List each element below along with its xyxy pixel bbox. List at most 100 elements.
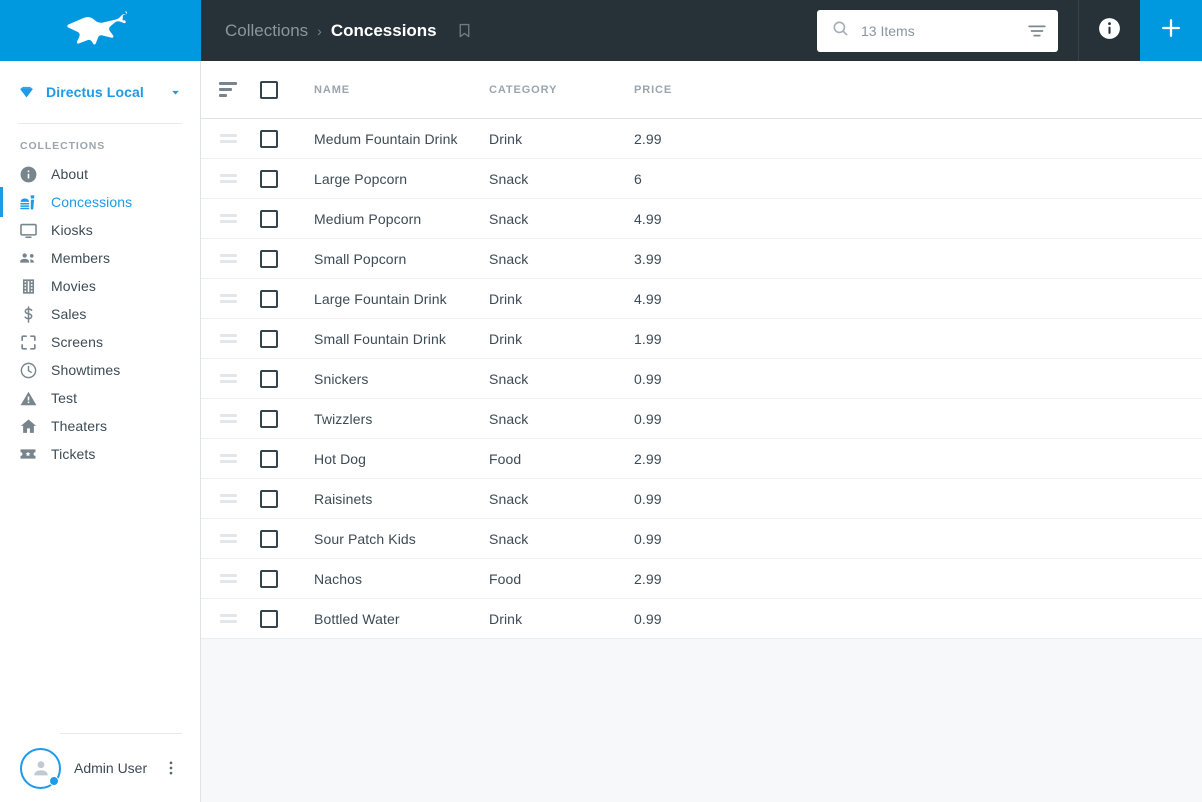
row-drag-handle[interactable]: [201, 254, 249, 263]
add-item-button[interactable]: [1140, 0, 1202, 61]
row-select-cell[interactable]: [249, 409, 289, 428]
row-select-cell[interactable]: [249, 169, 289, 188]
drag-handle-icon: [219, 134, 237, 143]
more-vertical-icon[interactable]: [162, 759, 186, 777]
bookmark-icon[interactable]: [456, 22, 473, 39]
sidebar-item-test[interactable]: Test: [0, 384, 200, 412]
sidebar-item-showtimes[interactable]: Showtimes: [0, 356, 200, 384]
brand-logo[interactable]: [0, 0, 201, 61]
cell-category: Food: [489, 450, 522, 467]
drag-handle-icon: [219, 414, 237, 423]
row-select-cell[interactable]: [249, 249, 289, 268]
row-drag-handle[interactable]: [201, 294, 249, 303]
row-checkbox[interactable]: [260, 329, 278, 348]
user-menu-row[interactable]: Admin User: [0, 734, 200, 802]
sidebar-item-movies[interactable]: Movies: [0, 272, 200, 300]
row-select-cell[interactable]: [249, 369, 289, 388]
collections-section-label: COLLECTIONS: [20, 140, 106, 152]
row-checkbox[interactable]: [260, 169, 278, 188]
cell-name: Medum Fountain Drink: [314, 130, 458, 147]
table-row[interactable]: Snickers Snack 0.99: [201, 359, 1202, 399]
row-select-cell[interactable]: [249, 449, 289, 468]
cell-price: 0.99: [634, 490, 662, 507]
row-drag-handle[interactable]: [201, 574, 249, 583]
ticket-icon: [18, 444, 38, 464]
cell-category: Drink: [489, 290, 523, 307]
row-checkbox[interactable]: [260, 609, 278, 628]
fastfood-icon: [18, 192, 38, 212]
info-button[interactable]: [1078, 0, 1140, 61]
cell-price: 2.99: [634, 450, 662, 467]
sidebar-item-tickets[interactable]: Tickets: [0, 440, 200, 468]
row-checkbox[interactable]: [260, 449, 278, 468]
cell-name: Large Fountain Drink: [314, 290, 447, 307]
row-checkbox[interactable]: [260, 529, 278, 548]
row-checkbox[interactable]: [260, 409, 278, 428]
row-checkbox[interactable]: [260, 369, 278, 388]
row-select-cell[interactable]: [249, 489, 289, 508]
table-row[interactable]: Sour Patch Kids Snack 0.99: [201, 519, 1202, 559]
row-select-cell[interactable]: [249, 129, 289, 148]
table-row[interactable]: Medium Popcorn Snack 4.99: [201, 199, 1202, 239]
sidebar-item-kiosks[interactable]: Kiosks: [0, 216, 200, 244]
table-row[interactable]: Twizzlers Snack 0.99: [201, 399, 1202, 439]
row-checkbox[interactable]: [260, 209, 278, 228]
sidebar-item-members[interactable]: Members: [0, 244, 200, 272]
table-row[interactable]: Raisinets Snack 0.99: [201, 479, 1202, 519]
row-drag-handle[interactable]: [201, 134, 249, 143]
column-header-category[interactable]: CATEGORY: [489, 84, 634, 96]
sidebar-item-screens[interactable]: Screens: [0, 328, 200, 356]
cell-name: Snickers: [314, 370, 369, 387]
filter-icon[interactable]: [1026, 20, 1048, 42]
row-select-cell[interactable]: [249, 529, 289, 548]
row-select-cell[interactable]: [249, 289, 289, 308]
row-checkbox[interactable]: [260, 289, 278, 308]
table-row[interactable]: Bottled Water Drink 0.99: [201, 599, 1202, 639]
table-row[interactable]: Small Popcorn Snack 3.99: [201, 239, 1202, 279]
row-checkbox[interactable]: [260, 569, 278, 588]
select-all-checkbox[interactable]: [260, 80, 278, 99]
select-all-cell[interactable]: [249, 80, 289, 99]
row-drag-handle[interactable]: [201, 534, 249, 543]
row-select-cell[interactable]: [249, 569, 289, 588]
sort-toggle[interactable]: [201, 82, 249, 97]
row-checkbox[interactable]: [260, 489, 278, 508]
row-drag-handle[interactable]: [201, 374, 249, 383]
row-checkbox[interactable]: [260, 129, 278, 148]
cell-price: 0.99: [634, 530, 662, 547]
table-row[interactable]: Medum Fountain Drink Drink 2.99: [201, 119, 1202, 159]
breadcrumb-collections-link[interactable]: Collections: [225, 21, 308, 41]
table-row[interactable]: Large Fountain Drink Drink 4.99: [201, 279, 1202, 319]
chevron-down-icon[interactable]: [169, 86, 182, 99]
table-row[interactable]: Small Fountain Drink Drink 1.99: [201, 319, 1202, 359]
avatar[interactable]: [20, 747, 61, 789]
row-select-cell[interactable]: [249, 209, 289, 228]
project-switcher[interactable]: Directus Local: [0, 61, 200, 123]
table-row[interactable]: Hot Dog Food 2.99: [201, 439, 1202, 479]
row-drag-handle[interactable]: [201, 174, 249, 183]
row-drag-handle[interactable]: [201, 414, 249, 423]
sidebar-item-about[interactable]: About: [0, 160, 200, 188]
row-select-cell[interactable]: [249, 329, 289, 348]
fullscreen-icon: [18, 332, 38, 352]
drag-handle-icon: [219, 494, 237, 503]
column-header-price[interactable]: PRICE: [634, 84, 774, 96]
table-row[interactable]: Large Popcorn Snack 6: [201, 159, 1202, 199]
row-drag-handle[interactable]: [201, 334, 249, 343]
drag-handle-icon: [219, 374, 237, 383]
row-select-cell[interactable]: [249, 609, 289, 628]
row-drag-handle[interactable]: [201, 614, 249, 623]
sidebar-item-sales[interactable]: Sales: [0, 300, 200, 328]
sidebar-item-theaters[interactable]: Theaters: [0, 412, 200, 440]
cell-price: 4.99: [634, 210, 662, 227]
sidebar-item-concessions[interactable]: Concessions: [0, 187, 200, 217]
row-checkbox[interactable]: [260, 249, 278, 268]
row-drag-handle[interactable]: [201, 494, 249, 503]
row-drag-handle[interactable]: [201, 214, 249, 223]
plus-icon: [1158, 15, 1184, 46]
search-input[interactable]: 13 Items: [817, 9, 1058, 52]
column-header-name[interactable]: NAME: [289, 84, 489, 96]
table-row[interactable]: Nachos Food 2.99: [201, 559, 1202, 599]
row-drag-handle[interactable]: [201, 454, 249, 463]
cell-category: Drink: [489, 130, 523, 147]
